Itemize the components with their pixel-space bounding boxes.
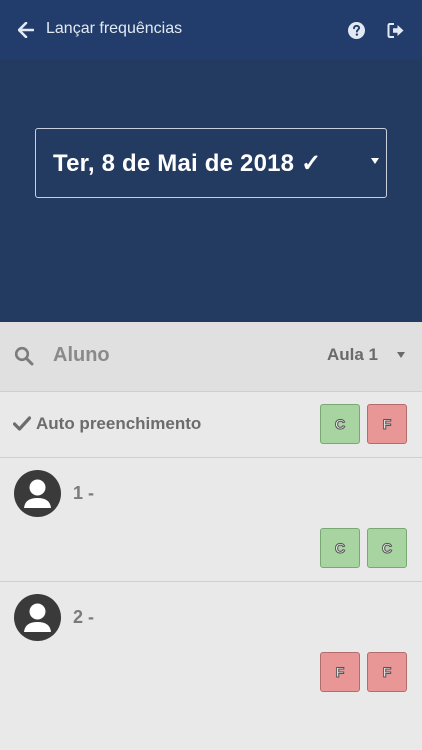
sign-out-icon[interactable] <box>387 22 405 39</box>
autofill-absent-button[interactable]: F <box>367 404 407 444</box>
top-bar: Lançar frequências <box>0 0 422 60</box>
date-select[interactable]: Ter, 8 de Mai de 2018 ✓ <box>35 128 387 198</box>
question-circle-icon[interactable] <box>348 22 365 39</box>
check-icon <box>13 416 31 431</box>
search-bar: Aluno Aula 1 <box>0 322 422 392</box>
student-row: 2 - F F <box>0 582 422 750</box>
class-select[interactable]: Aula 1 <box>327 345 378 365</box>
date-panel: Ter, 8 de Mai de 2018 ✓ <box>0 60 422 322</box>
user-avatar-icon <box>14 594 61 641</box>
date-value: Ter, 8 de Mai de 2018 ✓ <box>53 150 322 177</box>
attendance-toggle-1[interactable]: C <box>320 528 360 568</box>
autofill-row: Auto preenchimento C F <box>0 392 422 458</box>
page-title: Lançar frequências <box>46 20 183 37</box>
attendance-toggle-2[interactable]: C <box>367 528 407 568</box>
arrow-left-icon[interactable] <box>18 22 34 38</box>
student-row: 1 - C C <box>0 458 422 582</box>
search-input[interactable]: Aluno <box>53 344 110 367</box>
chevron-down-icon <box>371 158 379 164</box>
chevron-down-icon[interactable] <box>397 352 405 358</box>
search-icon <box>14 346 34 366</box>
user-avatar-icon <box>14 470 61 517</box>
student-name: 1 - <box>73 483 95 503</box>
attendance-toggle-1[interactable]: F <box>320 652 360 692</box>
autofill-label: Auto preenchimento <box>36 414 202 433</box>
student-name: 2 - <box>73 607 95 627</box>
attendance-toggle-2[interactable]: F <box>367 652 407 692</box>
autofill-present-button[interactable]: C <box>320 404 360 444</box>
